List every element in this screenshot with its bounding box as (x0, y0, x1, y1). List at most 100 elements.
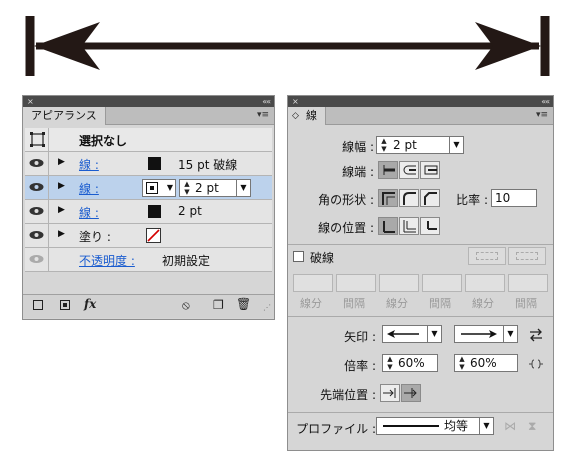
close-icon[interactable]: × (292, 96, 299, 107)
visibility-toggle[interactable] (25, 176, 49, 199)
align-dash-button[interactable] (508, 247, 546, 265)
profile-dropdown[interactable]: 均等 ▼ (376, 417, 494, 435)
appearance-row-opacity[interactable]: 不透明度 : 初期設定 (25, 248, 272, 272)
miter-limit-input[interactable]: 10 (491, 189, 537, 207)
disclosure-triangle-icon[interactable]: ▶ (58, 157, 65, 167)
align-center-button[interactable] (378, 217, 398, 235)
limit-label: 比率 : (456, 193, 488, 207)
collapse-icon[interactable]: «« (541, 96, 550, 107)
stroke-color-swatch (146, 182, 158, 194)
stroke-color-swatch[interactable] (148, 157, 161, 170)
dashed-checkbox[interactable] (293, 251, 304, 262)
gap-1-input[interactable] (336, 274, 376, 292)
visibility-toggle[interactable] (25, 224, 49, 247)
stroke-value: 15 pt 破線 (178, 158, 238, 172)
dash-2-label: 線分 (386, 297, 408, 310)
arrow-graphic (25, 16, 550, 76)
stroke-color-swatch[interactable] (148, 205, 161, 218)
gap-2-input[interactable] (422, 274, 462, 292)
align-outside-button[interactable] (420, 217, 440, 235)
stepper-icon[interactable]: ▲ ▼ (181, 180, 193, 196)
clear-appearance-icon[interactable]: ⦸ (182, 298, 190, 313)
disclosure-triangle-icon[interactable]: ▶ (58, 229, 65, 239)
align-center-icon (383, 221, 395, 233)
projecting-cap-button[interactable] (420, 161, 440, 179)
appearance-row-fill[interactable]: ▶ 塗り : (25, 224, 272, 248)
align-inside-button[interactable] (399, 217, 419, 235)
gap-1-label: 間隔 (343, 297, 365, 310)
dropdown-arrow-icon[interactable]: ▼ (236, 180, 250, 196)
dropdown-arrow-icon: ▼ (427, 326, 441, 342)
panel-menu-icon[interactable]: ▾≡ (535, 110, 549, 121)
disclosure-triangle-icon[interactable]: ▶ (58, 205, 65, 215)
tab-stroke[interactable]: ◇ 線 (288, 107, 326, 125)
stroke-weight-input[interactable]: ▲ ▼ 2 pt ▼ (376, 136, 464, 154)
preserve-dash-button[interactable] (468, 247, 506, 265)
appearance-row-stroke-1[interactable]: ▶ 線 : 15 pt 破線 (25, 152, 272, 176)
collapse-icon[interactable]: «« (262, 96, 271, 107)
dropdown-arrow-icon: ▼ (503, 326, 517, 342)
start-scale-input[interactable]: ▲ ▼ 60% (382, 354, 438, 372)
stroke-link[interactable]: 線 : (79, 204, 99, 221)
opacity-link[interactable]: 不透明度 : (79, 252, 135, 269)
round-cap-button[interactable] (399, 161, 419, 179)
fill-none-swatch[interactable] (146, 228, 161, 243)
end-arrowhead-dropdown[interactable]: ▼ (454, 325, 518, 343)
visibility-toggle[interactable] (25, 200, 49, 223)
start-arrowhead-dropdown[interactable]: ▼ (382, 325, 442, 343)
panel-title-bar[interactable]: × «« (288, 96, 553, 107)
stroke-color-dropdown[interactable]: ▼ (142, 179, 176, 197)
tab-bar: アピアランス ▾≡ (23, 107, 274, 125)
appearance-panel: × «« アピアランス ▾≡ 選択なし ▶ 線 : 15 pt 破線 ▶ 線:… (22, 95, 275, 320)
eye-icon (29, 255, 44, 263)
stroke-weight-value: 2 pt (195, 181, 219, 195)
right-arrow-icon (461, 330, 497, 338)
stroke-weight-value: 2 pt (393, 138, 417, 152)
butt-cap-icon (383, 165, 395, 175)
bevel-join-button[interactable] (420, 189, 440, 207)
tip-extend-button[interactable] (380, 384, 400, 402)
resize-grip-icon[interactable]: ⋰ (263, 303, 271, 312)
profile-value: 均等 (444, 419, 469, 433)
fx-effect-icon[interactable]: fx (84, 297, 96, 311)
gap-3-input[interactable] (508, 274, 548, 292)
butt-cap-button[interactable] (378, 161, 398, 179)
expand-options-icon[interactable]: ◇ (292, 107, 299, 125)
align-inside-icon (403, 220, 416, 233)
dash-1-input[interactable] (293, 274, 333, 292)
panel-title-bar[interactable]: × «« (23, 96, 274, 107)
end-scale-input[interactable]: ▲ ▼ 60% (454, 354, 518, 372)
arrowhead-label: 矢印 : (344, 330, 376, 344)
add-stroke-icon[interactable] (33, 300, 43, 310)
preserve-dash-icon (476, 252, 498, 260)
stroke-link[interactable]: 線 : (79, 156, 99, 173)
appearance-row-stroke-2[interactable]: ▶ 線 : ▼ ▲ ▼ 2 pt ▼ (25, 176, 272, 200)
stepper-icon[interactable]: ▲ ▼ (384, 355, 396, 371)
scale-label: 倍率 : (344, 359, 376, 373)
add-fill-icon[interactable] (60, 300, 70, 310)
duplicate-item-icon[interactable]: ❐ (213, 298, 224, 312)
flip-across-icon[interactable]: ⧗ (528, 419, 536, 434)
stroke-weight-field[interactable]: ▲ ▼ 2 pt ▼ (179, 179, 251, 197)
close-icon[interactable]: × (27, 96, 34, 107)
tip-inside-icon (404, 388, 417, 398)
tip-inside-button[interactable] (401, 384, 421, 402)
stepper-icon[interactable]: ▲ ▼ (456, 355, 468, 371)
stroke-link[interactable]: 線 : (79, 180, 99, 197)
round-join-button[interactable] (399, 189, 419, 207)
visibility-toggle[interactable] (25, 152, 49, 175)
tab-stroke-label: 線 (306, 109, 317, 122)
miter-join-button[interactable] (378, 189, 398, 207)
link-scale-icon[interactable] (528, 357, 544, 371)
flip-along-icon[interactable]: ⋈ (504, 419, 516, 433)
delete-item-icon[interactable]: 🗑 (236, 297, 251, 311)
tab-appearance[interactable]: アピアランス (23, 107, 106, 125)
swap-arrowheads-icon[interactable] (528, 328, 544, 342)
appearance-row-stroke-3[interactable]: ▶ 線 : 2 pt (25, 200, 272, 224)
disclosure-triangle-icon[interactable]: ▶ (58, 181, 65, 191)
stepper-icon[interactable]: ▲ ▼ (378, 137, 390, 153)
dash-2-input[interactable] (379, 274, 419, 292)
dash-3-input[interactable] (465, 274, 505, 292)
dropdown-arrow-icon[interactable]: ▼ (449, 137, 463, 153)
panel-menu-icon[interactable]: ▾≡ (256, 110, 270, 121)
